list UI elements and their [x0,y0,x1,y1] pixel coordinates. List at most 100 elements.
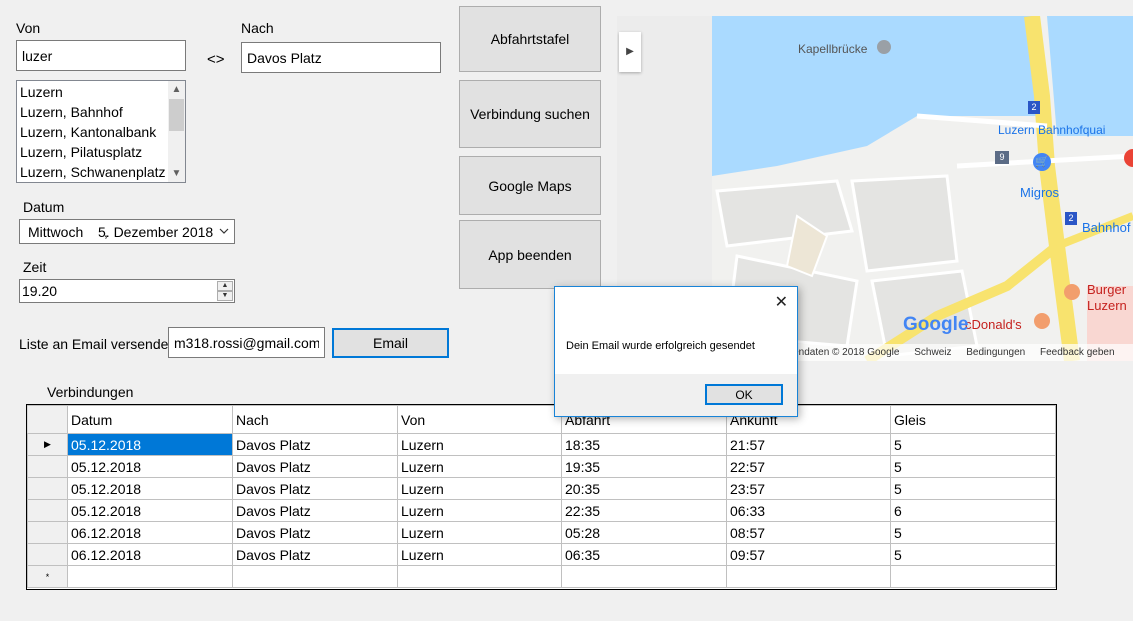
close-icon[interactable]: ✕ [775,292,788,312]
row-header[interactable] [27,477,68,500]
row-header[interactable] [27,499,68,522]
table-cell[interactable]: 6 [890,499,1056,522]
table-row[interactable]: ▶ 05.12.2018 Davos Platz Luzern 18:35 21… [27,433,1056,456]
chevron-down-icon[interactable]: ▼ [168,165,185,182]
to-input[interactable] [241,42,441,73]
table-cell[interactable]: 18:35 [561,433,727,456]
table-cell[interactable] [397,565,562,588]
departures-button[interactable]: Abfahrtstafel [459,6,601,72]
swap-button[interactable]: <> [207,51,225,68]
column-header-datum[interactable]: Datum [67,405,233,434]
column-header-nach[interactable]: Nach [232,405,398,434]
map-terms-link[interactable]: Bedingungen [966,347,1025,358]
from-input[interactable] [16,40,186,71]
table-cell[interactable]: Davos Platz [232,499,398,522]
table-cell[interactable]: 05:28 [561,521,727,544]
table-cell[interactable]: 19:35 [561,455,727,478]
chevron-up-icon[interactable]: ▲ [168,81,185,98]
table-cell[interactable]: 06.12.2018 [67,521,233,544]
table-cell[interactable]: Luzern [397,477,562,500]
table-cell[interactable] [890,565,1056,588]
table-cell[interactable] [67,565,233,588]
table-cell[interactable]: 5 [890,477,1056,500]
table-cell[interactable]: Davos Platz [232,477,398,500]
table-cell[interactable]: 06:35 [561,543,727,566]
table-cell[interactable]: 5 [890,543,1056,566]
route-badge: 9 [995,151,1009,164]
search-connection-button[interactable]: Verbindung suchen [459,80,601,148]
list-item[interactable]: Luzern, Kantonalbank [17,122,185,142]
table-row[interactable]: 05.12.2018 Davos Platz Luzern 22:35 06:3… [27,499,1056,522]
table-cell[interactable]: Luzern [397,499,562,522]
table-cell[interactable]: Davos Platz [232,521,398,544]
list-scrollbar[interactable]: ▲ ▼ [168,81,185,182]
table-cell[interactable]: 06.12.2018 [67,543,233,566]
table-cell[interactable]: Davos Platz [232,433,398,456]
column-header-gleis[interactable]: Gleis [890,405,1056,434]
table-row[interactable]: 06.12.2018 Davos Platz Luzern 06:35 09:5… [27,543,1056,566]
list-item[interactable]: Luzern, Pilatusplatz [17,142,185,162]
grid-corner[interactable] [27,405,68,434]
list-item[interactable]: Luzern, Schwanenplatz [17,162,185,182]
spin-down-icon[interactable]: ▼ [217,291,233,301]
table-cell[interactable] [232,565,398,588]
email-label: Liste an Email versenden [19,336,177,352]
table-cell[interactable]: 09:57 [726,543,891,566]
connections-grid[interactable]: Datum Nach Von Abfahrt Ankunft Gleis ▶ 0… [26,404,1057,590]
new-row-icon[interactable]: * [27,565,68,588]
email-input[interactable] [168,327,325,358]
table-cell[interactable]: 06:33 [726,499,891,522]
table-cell[interactable]: Luzern [397,543,562,566]
table-cell[interactable]: 5 [890,433,1056,456]
table-cell[interactable]: 22:57 [726,455,891,478]
google-maps-button[interactable]: Google Maps [459,156,601,215]
email-button[interactable]: Email [332,328,449,358]
time-input[interactable]: 19.20 ▲ ▼ [19,279,235,303]
table-row[interactable]: 06.12.2018 Davos Platz Luzern 05:28 08:5… [27,521,1056,544]
table-cell[interactable]: 23:57 [726,477,891,500]
table-cell[interactable]: 20:35 [561,477,727,500]
map-feedback-link[interactable]: Feedback geben [1040,347,1115,358]
scrollbar-thumb[interactable] [169,99,184,131]
list-item[interactable]: Luzern [17,82,185,102]
chevron-down-icon[interactable] [219,228,229,235]
connections-caption: Verbindungen [47,384,134,400]
table-cell[interactable]: 05.12.2018 [67,499,233,522]
restaurant-icon [1064,284,1080,300]
new-row[interactable]: * [27,565,1056,588]
table-row[interactable]: 05.12.2018 Davos Platz Luzern 19:35 22:5… [27,455,1056,478]
table-cell[interactable]: 5 [890,455,1056,478]
table-cell[interactable]: 05.12.2018 [67,455,233,478]
spin-up-icon[interactable]: ▲ [217,281,233,291]
table-cell[interactable]: Davos Platz [232,455,398,478]
table-cell[interactable]: Luzern [397,521,562,544]
current-row-icon[interactable]: ▶ [27,433,68,456]
ok-button[interactable]: OK [705,384,783,405]
table-cell[interactable]: 05.12.2018 [67,433,233,456]
table-cell[interactable]: 21:57 [726,433,891,456]
quit-app-button[interactable]: App beenden [459,220,601,289]
row-header[interactable] [27,455,68,478]
chevron-right-icon[interactable]: ▶ [619,32,641,72]
table-row[interactable]: 05.12.2018 Davos Platz Luzern 20:35 23:5… [27,477,1056,500]
table-cell[interactable]: Luzern [397,433,562,456]
route-badge: 2 [1028,101,1040,114]
column-header-von[interactable]: Von [397,405,562,434]
table-cell[interactable]: 08:57 [726,521,891,544]
map-region-link[interactable]: Schweiz [914,347,951,358]
table-cell[interactable]: 22:35 [561,499,727,522]
table-cell[interactable]: 05.12.2018 [67,477,233,500]
table-cell[interactable] [561,565,727,588]
list-item[interactable]: Luzern, Bahnhof [17,102,185,122]
table-cell[interactable] [726,565,891,588]
dialog-footer: OK [555,374,797,416]
google-logo: Google [903,314,969,335]
station-suggestions-list[interactable]: Luzern Luzern, Bahnhof Luzern, Kantonalb… [16,80,186,183]
time-label: Zeit [23,259,47,275]
date-picker[interactable]: Mittwoch , 5. Dezember 2018 [19,219,235,244]
table-cell[interactable]: Luzern [397,455,562,478]
table-cell[interactable]: 5 [890,521,1056,544]
row-header[interactable] [27,521,68,544]
table-cell[interactable]: Davos Platz [232,543,398,566]
row-header[interactable] [27,543,68,566]
